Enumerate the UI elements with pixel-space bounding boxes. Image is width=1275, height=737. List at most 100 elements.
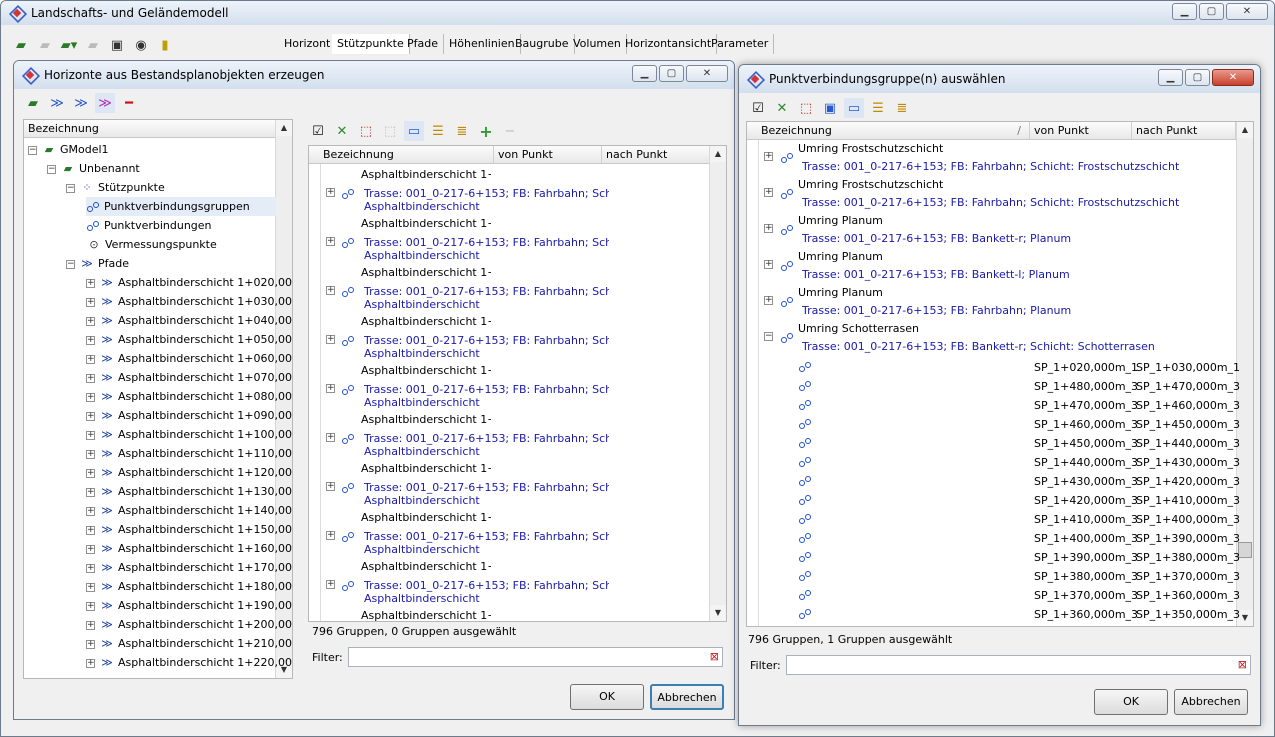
minimize-button[interactable]: ▁	[1158, 69, 1183, 86]
group-row[interactable]: Asphaltbinderschicht 1+110	[309, 609, 709, 621]
connection-row[interactable]: SP_1+020,000m_1 SP_1+030,000m_1	[747, 358, 1240, 377]
scroll-up-icon[interactable]: ▲	[710, 146, 726, 162]
connection-row[interactable]: SP_1+470,000m_3 SP_1+460,000m_3	[747, 396, 1240, 415]
expand-icon[interactable]: +	[86, 430, 95, 440]
add-icon[interactable]: +	[476, 121, 496, 141]
tree-node-path[interactable]: + ≫ Asphaltbinderschicht 1+150,000	[86, 520, 292, 539]
select-group-row[interactable]: + Umring Frostschutzschicht Trasse: 001_0-…	[747, 178, 1237, 214]
expand-icon[interactable]: +	[326, 335, 335, 344]
tree-node-path[interactable]: + ≫ Asphaltbinderschicht 1+110,000	[86, 444, 292, 463]
expand-icon[interactable]: +	[86, 601, 95, 611]
col-nach-punkt[interactable]: nach Punkt	[602, 146, 710, 163]
expand-icon[interactable]: +	[326, 531, 335, 540]
tree-node-path[interactable]: + ≫ Asphaltbinderschicht 1+200,000	[86, 615, 292, 634]
layer-add-icon[interactable]: ▰	[11, 35, 31, 55]
tree-node-path[interactable]: + ≫ Asphaltbinderschicht 1+090,000	[86, 406, 292, 425]
tree-node-path[interactable]: + ≫ Asphaltbinderschicht 1+220,000	[86, 653, 292, 672]
maximize-button[interactable]: ▢	[1199, 3, 1224, 20]
expand-icon[interactable]: +	[326, 286, 335, 295]
expand-icon[interactable]: +	[86, 278, 95, 288]
expand-icon[interactable]: +	[764, 296, 773, 305]
group-row[interactable]: Asphaltbinderschicht 1+100 + Trasse: 001_0…	[309, 560, 709, 609]
connection-row[interactable]: SP_1+380,000m_3 SP_1+370,000m_3	[747, 567, 1240, 586]
tab-pfade[interactable]: Pfade	[402, 34, 444, 54]
cancel-button[interactable]: Abbrechen	[650, 684, 724, 710]
connection-row[interactable]: SP_1+410,000m_3 SP_1+400,000m_3	[747, 510, 1240, 529]
tree-node-path[interactable]: + ≫ Asphaltbinderschicht 1+120,000	[86, 463, 292, 482]
connection-row[interactable]: SP_1+400,000m_3 SP_1+390,000m_3	[747, 529, 1240, 548]
group-row[interactable]: Asphaltbinderschicht 1+020 + Trasse: 001_0…	[309, 168, 709, 217]
list-icon[interactable]: ≣	[452, 121, 472, 141]
col-von-punkt[interactable]: von Punkt	[494, 146, 602, 163]
expand-icon[interactable]: +	[86, 544, 95, 554]
connection-row[interactable]: SP_1+480,000m_3 SP_1+470,000m_3	[747, 377, 1240, 396]
select-icon[interactable]: ⬚	[796, 98, 816, 118]
expand-icon[interactable]: +	[86, 506, 95, 516]
expand-icon[interactable]: +	[86, 411, 95, 421]
tree-node-path[interactable]: + ≫ Asphaltbinderschicht 1+030,000	[86, 292, 292, 311]
tree-node-vermessungspunkte[interactable]: ⊙ Vermessungspunkte	[86, 235, 216, 254]
expand-icon[interactable]: +	[86, 487, 95, 497]
path-icon[interactable]: ≫	[47, 93, 67, 113]
tree-root[interactable]: − ▰ GModel1	[28, 140, 109, 159]
tree-node-pfade[interactable]: − ≫ Pfade	[66, 254, 129, 273]
tab-horizont[interactable]: Horizont	[279, 34, 337, 54]
select-group-row[interactable]: + Umring Planum Trasse: 001_0-217-6+153; F…	[747, 250, 1237, 286]
collapse-icon[interactable]: −	[66, 183, 75, 193]
scroll-thumb[interactable]	[1238, 542, 1252, 558]
expand-icon[interactable]: +	[86, 392, 95, 402]
select-group-row[interactable]: + Umring Planum Trasse: 001_0-217-6+153; F…	[747, 286, 1237, 322]
door-icon[interactable]: ▮	[155, 35, 175, 55]
tab-parameter[interactable]: Parameter	[706, 34, 775, 54]
tree-node-punktverbindungsgruppen[interactable]: Punktverbindungsgruppen	[86, 197, 276, 216]
expand-icon[interactable]: −	[764, 332, 773, 341]
tree-node-path[interactable]: + ≫ Asphaltbinderschicht 1+050,000	[86, 330, 292, 349]
expand-icon[interactable]: +	[86, 582, 95, 592]
group-row[interactable]: Asphaltbinderschicht 1+060 + Trasse: 001_0…	[309, 364, 709, 413]
tree-node-stuetzpunkte[interactable]: − ⁘ Stützpunkte	[66, 178, 165, 197]
collapse-icon[interactable]: −	[66, 259, 75, 269]
tree-node-path[interactable]: + ≫ Asphaltbinderschicht 1+210,000	[86, 634, 292, 653]
expand-icon[interactable]: +	[326, 433, 335, 442]
cancel-button[interactable]: Abbrechen	[1174, 689, 1248, 715]
tab-volumen[interactable]: Volumen	[568, 34, 627, 54]
maximize-button[interactable]: ▢	[1185, 69, 1210, 86]
col-bezeichnung[interactable]: Bezeichnung /	[747, 122, 1030, 139]
group-row[interactable]: Asphaltbinderschicht 1+090 + Trasse: 001_0…	[309, 511, 709, 560]
check-all-icon[interactable]: ☑	[308, 121, 328, 141]
tree-node-path[interactable]: + ≫ Asphaltbinderschicht 1+140,000	[86, 501, 292, 520]
expand-icon[interactable]: +	[326, 237, 335, 246]
collapse-icon[interactable]: −	[28, 145, 37, 155]
select-group-row[interactable]: − Umring Schotterrasen Trasse: 001_0-217-6…	[747, 322, 1237, 358]
scroll-up-icon[interactable]: ▲	[1237, 122, 1253, 138]
expand-icon[interactable]: +	[86, 354, 95, 364]
remove-icon[interactable]: ━	[119, 93, 139, 113]
connection-row[interactable]: SP_1+420,000m_3 SP_1+410,000m_3	[747, 491, 1240, 510]
list-icon[interactable]: ≣	[892, 98, 912, 118]
filter-input[interactable]: ⊠	[348, 647, 723, 667]
layer-dropdown-icon[interactable]: ▰▾	[59, 35, 79, 55]
expand-icon[interactable]: +	[86, 449, 95, 459]
expand-icon[interactable]: +	[86, 563, 95, 573]
view-list-icon[interactable]: ▭	[404, 121, 424, 141]
close-button[interactable]: ✕	[686, 65, 728, 82]
maximize-button[interactable]: ▢	[659, 65, 684, 82]
tree-node-path[interactable]: + ≫ Asphaltbinderschicht 1+180,000	[86, 577, 292, 596]
layer-add-icon[interactable]: ▰	[23, 93, 43, 113]
connection-row[interactable]: SP_1+360,000m_3 SP_1+350,000m_3	[747, 605, 1240, 624]
close-button[interactable]: ✕	[1212, 69, 1254, 86]
group-row[interactable]: Asphaltbinderschicht 1+040 + Trasse: 001_0…	[309, 266, 709, 315]
expand-icon[interactable]: +	[86, 335, 95, 345]
connection-row[interactable]: SP_1+460,000m_3 SP_1+450,000m_3	[747, 415, 1240, 434]
clear-filter-icon[interactable]: ⊠	[1238, 658, 1247, 671]
group-row[interactable]: Asphaltbinderschicht 1+080 + Trasse: 001_0…	[309, 462, 709, 511]
path-edit-icon[interactable]: ≫	[95, 93, 115, 113]
group-row[interactable]: Asphaltbinderschicht 1+050 + Trasse: 001_0…	[309, 315, 709, 364]
eye-icon[interactable]: ◉	[131, 35, 151, 55]
clear-filter-icon[interactable]: ⊠	[710, 650, 719, 663]
expand-icon[interactable]: +	[326, 384, 335, 393]
connection-row[interactable]: SP_1+390,000m_3 SP_1+380,000m_3	[747, 548, 1240, 567]
tree-node-path[interactable]: + ≫ Asphaltbinderschicht 1+070,000	[86, 368, 292, 387]
col-von-punkt[interactable]: von Punkt	[1030, 122, 1132, 139]
expand-icon[interactable]: +	[326, 482, 335, 491]
